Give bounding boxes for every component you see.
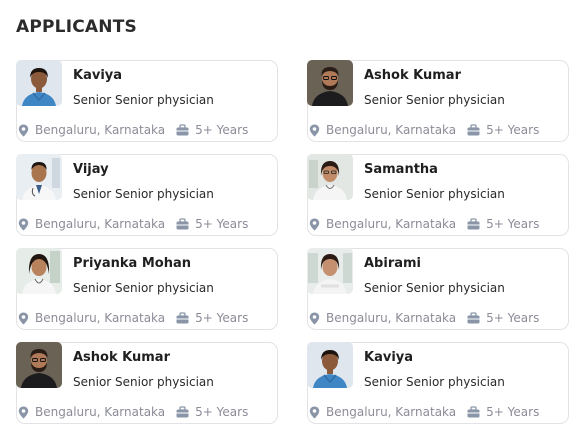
briefcase-icon	[176, 312, 189, 325]
applicant-name[interactable]: Priyanka Mohan	[73, 256, 191, 271]
avatar	[307, 154, 353, 200]
briefcase-icon	[467, 312, 480, 325]
avatar	[16, 60, 62, 106]
applicant-experience: 5+ Years	[486, 405, 540, 419]
applicant-card[interactable]: Priyanka Mohan Senior Senior physician B…	[16, 248, 278, 330]
briefcase-icon	[467, 406, 480, 419]
applicant-role: Senior Senior physician	[73, 375, 214, 389]
briefcase-icon	[467, 124, 480, 137]
applicant-card[interactable]: Kaviya Senior Senior physician Bengaluru…	[16, 60, 278, 142]
avatar	[16, 342, 62, 388]
applicant-name[interactable]: Abirami	[364, 256, 421, 271]
applicant-location: Bengaluru, Karnataka	[326, 123, 457, 137]
applicant-location: Bengaluru, Karnataka	[326, 405, 457, 419]
applicant-role: Senior Senior physician	[364, 93, 505, 107]
applicant-experience: 5+ Years	[195, 405, 249, 419]
location-pin-icon	[17, 312, 30, 325]
applicant-card[interactable]: Kaviya Senior Senior physician Bengaluru…	[307, 342, 569, 424]
location-pin-icon	[308, 218, 321, 231]
applicant-meta: Bengaluru, Karnataka 5+ Years	[17, 123, 248, 137]
applicant-name[interactable]: Ashok Kumar	[364, 68, 461, 83]
applicant-meta: Bengaluru, Karnataka 5+ Years	[17, 311, 248, 325]
briefcase-icon	[176, 124, 189, 137]
briefcase-icon	[176, 218, 189, 231]
applicant-name[interactable]: Kaviya	[73, 68, 122, 83]
applicant-card[interactable]: Samantha Senior Senior physician Bengalu…	[307, 154, 569, 236]
location-pin-icon	[17, 218, 30, 231]
applicant-card[interactable]: Abirami Senior Senior physician Bengalur…	[307, 248, 569, 330]
applicant-role: Senior Senior physician	[73, 281, 214, 295]
applicant-experience: 5+ Years	[195, 217, 249, 231]
applicant-experience: 5+ Years	[195, 123, 249, 137]
applicant-name[interactable]: Samantha	[364, 162, 438, 177]
applicant-experience: 5+ Years	[195, 311, 249, 325]
location-pin-icon	[17, 124, 30, 137]
location-pin-icon	[308, 124, 321, 137]
applicant-location: Bengaluru, Karnataka	[35, 217, 166, 231]
applicant-name[interactable]: Kaviya	[364, 350, 413, 365]
applicant-location: Bengaluru, Karnataka	[35, 405, 166, 419]
applicant-meta: Bengaluru, Karnataka 5+ Years	[308, 217, 539, 231]
applicant-experience: 5+ Years	[486, 123, 540, 137]
applicant-experience: 5+ Years	[486, 311, 540, 325]
applicant-card[interactable]: Ashok Kumar Senior Senior physician Beng…	[307, 60, 569, 142]
applicant-location: Bengaluru, Karnataka	[35, 123, 166, 137]
applicant-card[interactable]: Ashok Kumar Senior Senior physician Beng…	[16, 342, 278, 424]
applicant-name[interactable]: Vijay	[73, 162, 109, 177]
applicant-location: Bengaluru, Karnataka	[326, 311, 457, 325]
applicant-role: Senior Senior physician	[73, 187, 214, 201]
location-pin-icon	[17, 406, 30, 419]
location-pin-icon	[308, 406, 321, 419]
applicant-meta: Bengaluru, Karnataka 5+ Years	[17, 217, 248, 231]
applicant-role: Senior Senior physician	[364, 187, 505, 201]
briefcase-icon	[176, 406, 189, 419]
avatar	[307, 342, 353, 388]
applicant-role: Senior Senior physician	[364, 281, 505, 295]
avatar	[307, 60, 353, 106]
applicant-meta: Bengaluru, Karnataka 5+ Years	[308, 123, 539, 137]
applicant-experience: 5+ Years	[486, 217, 540, 231]
avatar	[16, 248, 62, 294]
avatar	[16, 154, 62, 200]
applicant-card[interactable]: Vijay Senior Senior physician Bengaluru,…	[16, 154, 278, 236]
applicants-grid: Kaviya Senior Senior physician Bengaluru…	[16, 60, 569, 424]
avatar	[307, 248, 353, 294]
briefcase-icon	[467, 218, 480, 231]
applicant-role: Senior Senior physician	[73, 93, 214, 107]
applicant-location: Bengaluru, Karnataka	[326, 217, 457, 231]
applicant-location: Bengaluru, Karnataka	[35, 311, 166, 325]
applicant-meta: Bengaluru, Karnataka 5+ Years	[308, 311, 539, 325]
applicant-meta: Bengaluru, Karnataka 5+ Years	[17, 405, 248, 419]
page-title: APPLICANTS	[16, 17, 137, 37]
applicant-meta: Bengaluru, Karnataka 5+ Years	[308, 405, 539, 419]
location-pin-icon	[308, 312, 321, 325]
applicant-role: Senior Senior physician	[364, 375, 505, 389]
applicant-name[interactable]: Ashok Kumar	[73, 350, 170, 365]
